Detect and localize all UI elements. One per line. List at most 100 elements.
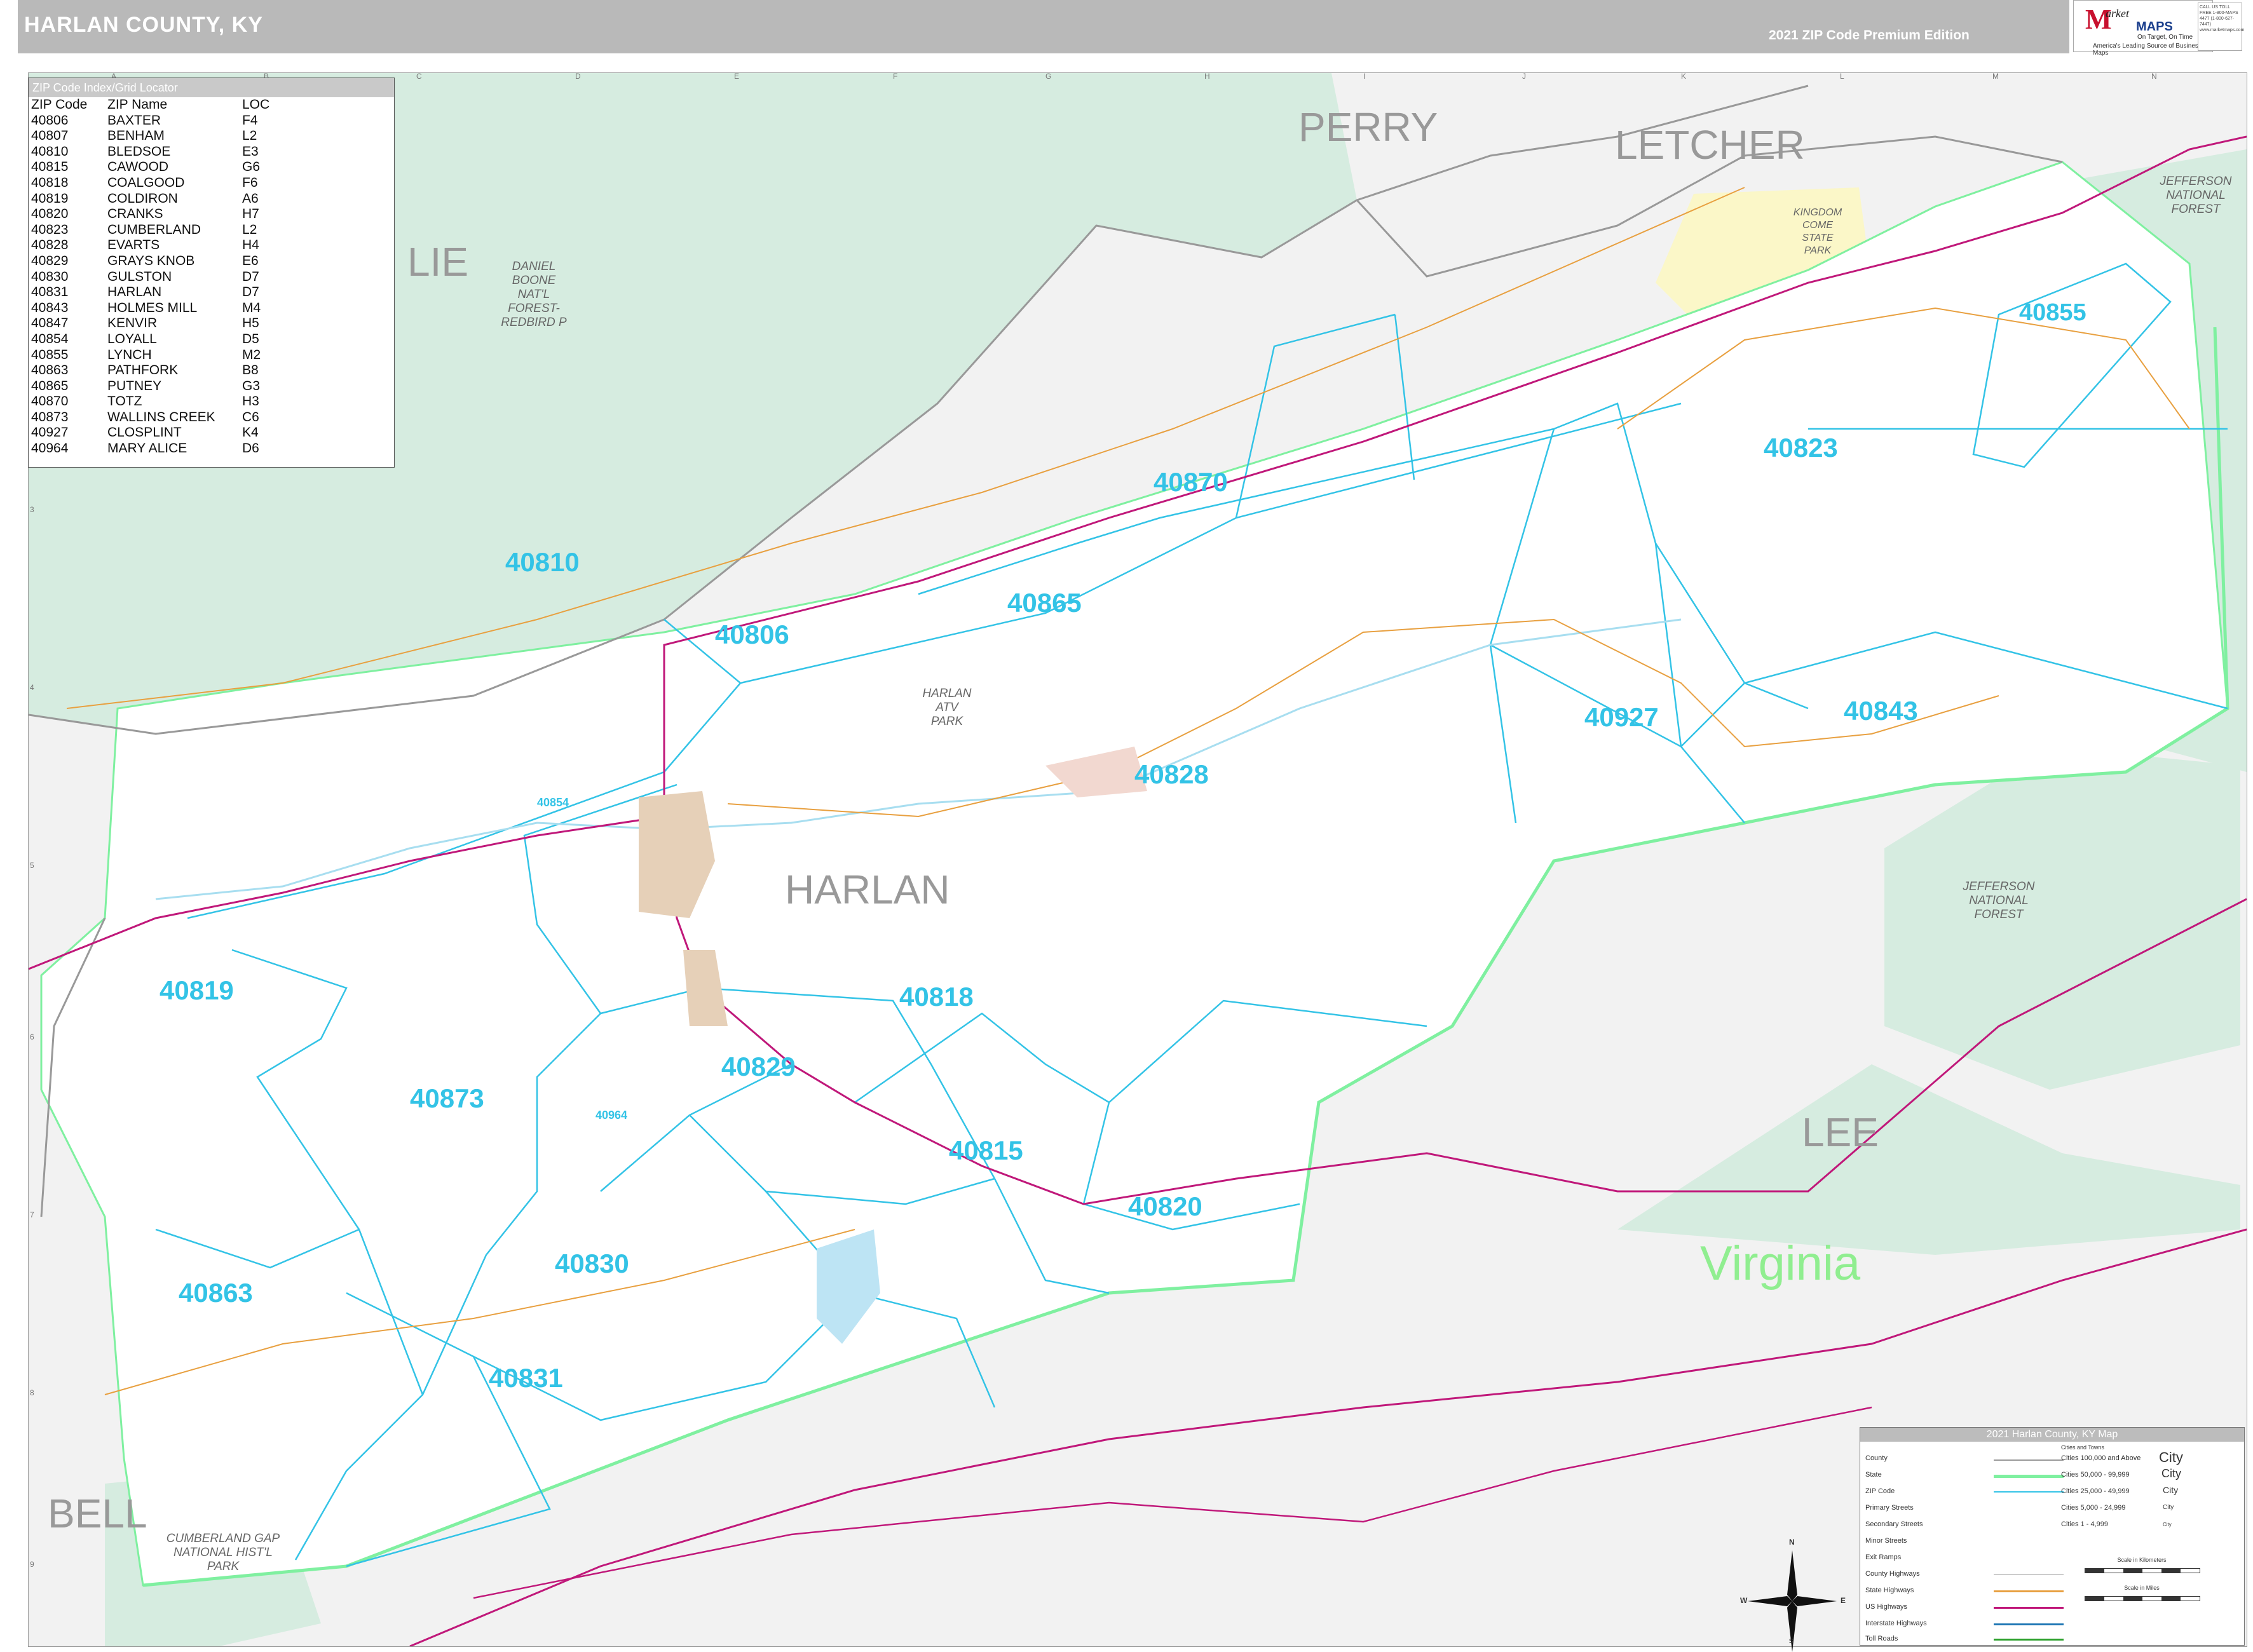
zip-code: 40964 [31,441,69,456]
table-row[interactable]: 40818 COALGOOD F6 [30,175,269,191]
grid-col-g: G [1045,72,1052,81]
zip-code: 40830 [31,269,69,284]
zip-loc: G6 [242,159,261,175]
county-label-bell: BELL [48,1491,147,1536]
table-row[interactable]: 40819 COLDIRON A6 [30,191,269,207]
table-row[interactable]: 40927 CLOSPLINT K4 [30,425,269,441]
zip-loc: D7 [242,269,259,284]
park-label-daniel-boone: DANIEL BOONE NAT'L FOREST-REDBIRD P [501,260,567,329]
table-row[interactable]: 40810 BLEDSOE E3 [30,144,269,160]
county-label-perry: PERRY [1298,104,1438,150]
edition-label: 2021 ZIP Code Premium Edition [1769,28,1970,43]
zip-label-40828[interactable]: 40828 [1134,759,1209,790]
zip-code: 40863 [31,363,69,378]
zip-name: BAXTER [107,112,161,128]
zip-code: 40865 [31,378,69,393]
state-label-virginia: Virginia [1700,1236,1861,1290]
legend-item-primary: Primary Streets [1865,1504,1914,1512]
table-row[interactable]: 40830 GULSTON D7 [30,269,269,285]
legend-item-toll: Toll Roads [1865,1635,1898,1642]
zip-index-title: ZIP Code Index/Grid Locator [29,78,394,97]
zip-label-40870[interactable]: 40870 [1154,467,1228,498]
grid-col-d: D [575,72,581,81]
table-row[interactable]: 40815 CAWOOD G6 [30,159,269,175]
grid-col-c: C [416,72,422,81]
zip-label-40831[interactable]: 40831 [489,1363,563,1393]
legend-symbol-state [1994,1475,2064,1478]
legend-item-exit-ramps: Exit Ramps [1865,1554,1902,1561]
zip-name: BLEDSOE [107,144,171,159]
zip-label-40830[interactable]: 40830 [555,1249,629,1279]
table-row[interactable]: 40873 WALLINS CREEK C6 [30,410,269,426]
zip-code: 40927 [31,425,69,440]
zip-label-40964[interactable]: 40964 [596,1109,627,1122]
zip-label-40806[interactable]: 40806 [715,620,789,650]
zip-loc: H3 [242,394,259,409]
grid-col-j: J [1522,72,1526,81]
legend-title: 2021 Harlan County, KY Map [1860,1428,2244,1442]
zip-code: 40829 [31,253,69,268]
legend-city-sample-5: City [2163,1522,2172,1527]
table-row[interactable]: 40964 MARY ALICE D6 [30,441,269,457]
table-row[interactable]: 40847 KENVIR H5 [30,316,269,332]
logo-market: arket [2106,7,2129,20]
zip-label-40863[interactable]: 40863 [179,1278,253,1308]
table-row[interactable]: 40831 HARLAN D7 [30,285,269,301]
scale-km-label: Scale in Kilometers [2117,1557,2167,1563]
legend-city-sample-4: City [2163,1504,2174,1511]
zip-name: HARLAN [107,285,162,300]
park-label-cumberland-gap: CUMBERLAND GAP NATIONAL HIST'L PARK [166,1532,280,1573]
table-row[interactable]: 40828 EVARTS H4 [30,238,269,254]
grid-row-9: 9 [30,1560,34,1569]
zip-code: 40815 [31,159,69,175]
table-row[interactable]: 40863 PATHFORK B8 [30,363,269,379]
zip-label-40855[interactable]: 40855 [2019,299,2086,327]
grid-row-7: 7 [30,1210,34,1219]
table-row[interactable]: 40865 PUTNEY G3 [30,379,269,395]
table-row[interactable]: 40807 BENHAM L2 [30,128,269,144]
zip-label-40829[interactable]: 40829 [721,1052,796,1082]
forest-jefferson-sw [1617,1064,2240,1255]
table-row[interactable]: 40829 GRAYS KNOB E6 [30,254,269,269]
zip-label-40843[interactable]: 40843 [1844,696,1918,726]
market-maps-logo[interactable]: M arket MAPS On Target, On Time America'… [2073,0,2213,57]
compass-n: N [1789,1538,1795,1547]
table-row[interactable]: 40820 CRANKS H7 [30,207,269,222]
zip-label-40854[interactable]: 40854 [537,796,569,809]
zip-loc: F6 [242,175,258,190]
grid-row-4: 4 [30,683,34,692]
zip-code: 40828 [31,238,69,253]
table-row[interactable]: 40870 TOTZ H3 [30,394,269,410]
grid-col-i: I [1363,72,1366,81]
zip-label-40927[interactable]: 40927 [1584,702,1659,733]
grid-col-m: M [1992,72,1999,81]
zip-name: PUTNEY [107,378,162,393]
county-label-harlan: HARLAN [785,867,950,912]
legend-item-county-hwy: County Highways [1865,1570,1920,1578]
zip-loc: H7 [242,207,259,222]
zip-label-40820[interactable]: 40820 [1128,1191,1202,1222]
zip-label-40818[interactable]: 40818 [899,982,974,1012]
forest-jefferson-south [1884,747,2240,1090]
zip-code: 40807 [31,128,69,144]
zip-code: 40818 [31,175,69,190]
table-row[interactable]: 40854 LOYALL D5 [30,332,269,348]
zip-loc: G3 [242,378,261,393]
zip-label-40873[interactable]: 40873 [410,1083,484,1114]
zip-label-40815[interactable]: 40815 [949,1135,1023,1166]
zip-label-40819[interactable]: 40819 [160,975,234,1006]
legend-symbol-toll [1994,1639,2064,1641]
zip-code: 40823 [31,222,69,237]
compass-s: S [1789,1638,1794,1645]
legend-symbol-interstate [1994,1623,2064,1625]
zip-label-40810[interactable]: 40810 [505,547,580,578]
zip-label-40865[interactable]: 40865 [1007,588,1082,618]
table-row[interactable]: 40843 HOLMES MILL M4 [30,301,269,316]
county-label-lee: LEE [1802,1109,1879,1155]
zip-label-40823[interactable]: 40823 [1764,433,1838,463]
table-row[interactable]: 40855 LYNCH M2 [30,348,269,363]
table-row[interactable]: 40823 CUMBERLAND L2 [30,222,269,238]
zip-code: 40873 [31,409,69,424]
table-row[interactable]: 40806 BAXTER F4 [30,113,269,129]
legend-item-us-hwy: US Highways [1865,1603,1908,1611]
